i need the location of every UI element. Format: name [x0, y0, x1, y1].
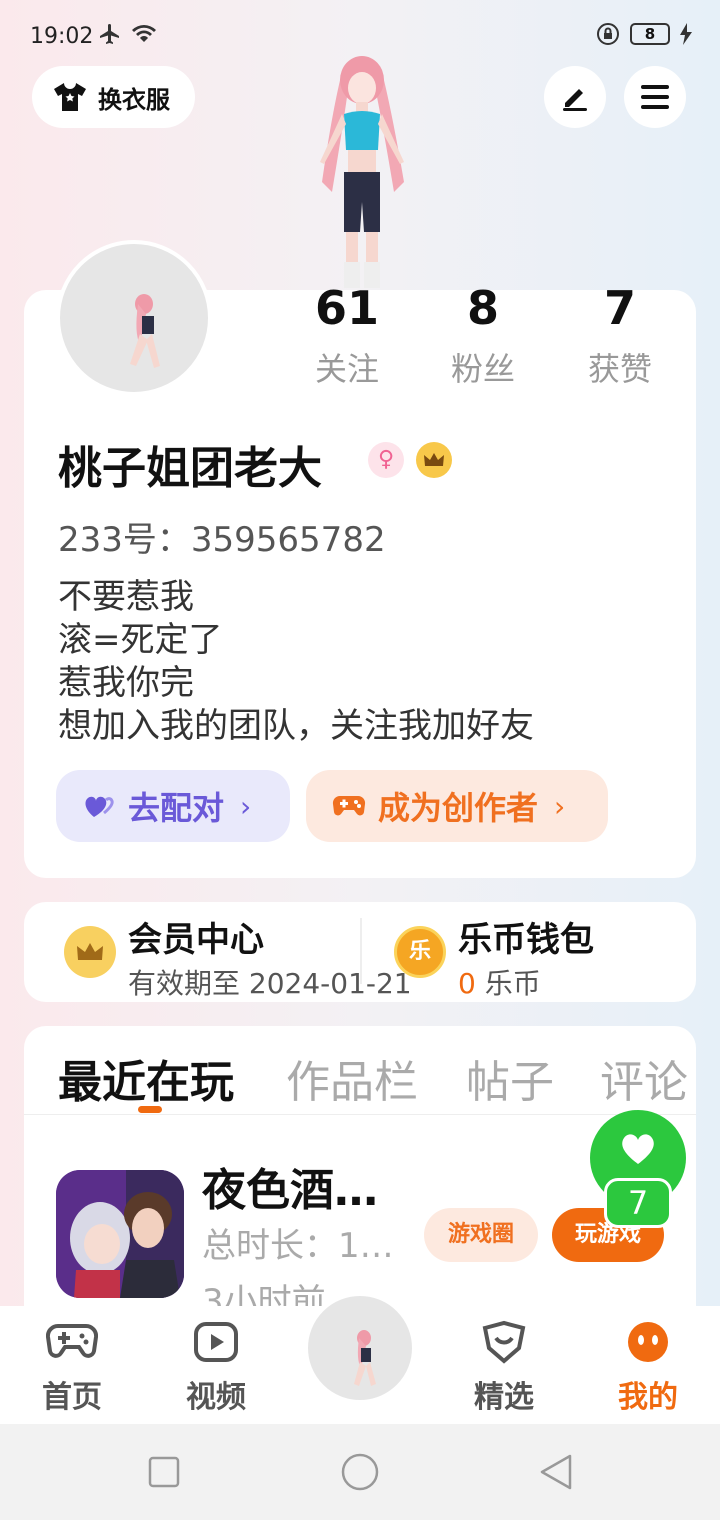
stat-fans-label: 粉丝 — [450, 350, 515, 388]
go-match-button[interactable]: 去配对 › — [56, 770, 290, 842]
bio-line: 滚=死定了 — [58, 620, 223, 660]
nav-mine-label: 我的 — [618, 1380, 678, 1415]
status-icons — [98, 22, 158, 46]
menu-icon — [641, 85, 669, 109]
coin-icon: 乐 — [394, 926, 446, 978]
back-icon[interactable] — [538, 1452, 574, 1492]
stat-fans[interactable]: 8 粉丝 — [418, 280, 548, 390]
tab-comments[interactable]: 评论 — [600, 1046, 688, 1110]
bio-line: 惹我你完 — [58, 663, 194, 703]
video-icon — [194, 1322, 238, 1362]
game-circle-button[interactable]: 游戏圈 — [424, 1208, 538, 1262]
wallet-unit: 乐币 — [484, 967, 541, 1000]
female-gender-icon: ♀ — [368, 442, 404, 478]
edit-profile-button[interactable] — [544, 66, 606, 128]
go-match-label: 去配对 — [128, 789, 225, 827]
status-time: 19:02 — [30, 24, 94, 49]
game-duration: 总时长：1… — [202, 1226, 394, 1266]
stat-fans-value: 8 — [466, 281, 499, 335]
lock-rotation-icon — [597, 23, 619, 45]
shirt-icon — [54, 83, 86, 111]
tab-works[interactable]: 作品栏 — [286, 1046, 418, 1110]
profile-bio: 不要惹我 滚=死定了 惹我你完 想加入我的团队，关注我加好友 — [58, 576, 534, 748]
bio-line: 不要惹我 — [58, 577, 194, 617]
nav-featured-label: 精选 — [474, 1380, 534, 1415]
avatar-thumbnail — [130, 294, 160, 368]
nav-home-label: 首页 — [42, 1380, 102, 1415]
game-cover-image[interactable] — [56, 1170, 184, 1298]
system-navigation-bar — [0, 1424, 720, 1520]
wallet-balance: 0 乐币 — [458, 962, 541, 1002]
nav-video[interactable]: 视频 — [166, 1320, 266, 1416]
wallet-title[interactable]: 乐币钱包 — [458, 912, 594, 961]
profile-name: 桃子姐团老大 — [58, 443, 322, 494]
profile-avatar[interactable] — [56, 240, 212, 396]
change-outfit-label: 换衣服 — [98, 85, 170, 114]
home-icon[interactable] — [340, 1452, 380, 1492]
recents-icon[interactable] — [148, 1456, 180, 1488]
status-right: 8 — [596, 22, 692, 46]
chevron-right-icon: › — [554, 789, 566, 823]
tab-divider — [24, 1114, 696, 1115]
user-id: 233号：359565782 — [58, 520, 386, 560]
member-crown-icon — [64, 926, 116, 978]
stat-following[interactable]: 61 关注 — [282, 280, 412, 390]
nav-center-avatar[interactable] — [304, 1292, 416, 1404]
crown-badge-icon[interactable] — [416, 442, 452, 478]
stat-following-label: 关注 — [314, 350, 379, 388]
active-tab-indicator — [138, 1106, 162, 1113]
nav-video-label: 视频 — [186, 1380, 246, 1415]
smile-face-icon — [628, 1322, 668, 1362]
gamepad-icon — [332, 795, 366, 816]
airplane-icon — [100, 24, 119, 44]
bio-line: 想加入我的团队，关注我加好友 — [58, 706, 534, 746]
stat-likes[interactable]: 7 获赞 — [555, 280, 685, 390]
hearts-icon — [85, 796, 114, 817]
member-expiry: 有效期至 2024-01-21 — [128, 967, 412, 1000]
tab-recently-played[interactable]: 最近在玩 — [58, 1046, 234, 1110]
nav-home[interactable]: 首页 — [22, 1320, 122, 1416]
stat-likes-value: 7 — [603, 281, 636, 335]
become-creator-label: 成为创作者 — [378, 789, 539, 827]
game-title[interactable]: 夜色酒… — [202, 1154, 378, 1218]
stat-likes-label: 获赞 — [587, 350, 652, 388]
battery-indicator: 8 — [630, 23, 670, 45]
wifi-icon — [132, 25, 156, 42]
heart-icon — [622, 1134, 654, 1164]
charging-icon — [680, 23, 692, 45]
tab-posts[interactable]: 帖子 — [466, 1046, 554, 1110]
floating-like-count: 7 — [604, 1178, 672, 1228]
pen-icon — [563, 89, 587, 111]
nav-featured[interactable]: 精选 — [454, 1320, 554, 1416]
heart-shield-icon — [482, 1320, 526, 1364]
menu-button[interactable] — [624, 66, 686, 128]
become-creator-button[interactable]: 成为创作者 › — [306, 770, 608, 842]
avatar-thumbnail — [354, 1330, 376, 1386]
stat-following-value: 61 — [314, 281, 379, 335]
wallet-amount: 0 — [458, 967, 476, 1000]
chevron-right-icon: › — [240, 789, 252, 823]
avatar-character-figure[interactable] — [292, 52, 432, 290]
gamepad-icon — [45, 1323, 99, 1358]
change-outfit-button[interactable]: 换衣服 — [32, 66, 195, 128]
nav-mine[interactable]: 我的 — [598, 1320, 698, 1416]
member-center-title[interactable]: 会员中心 — [128, 912, 264, 961]
